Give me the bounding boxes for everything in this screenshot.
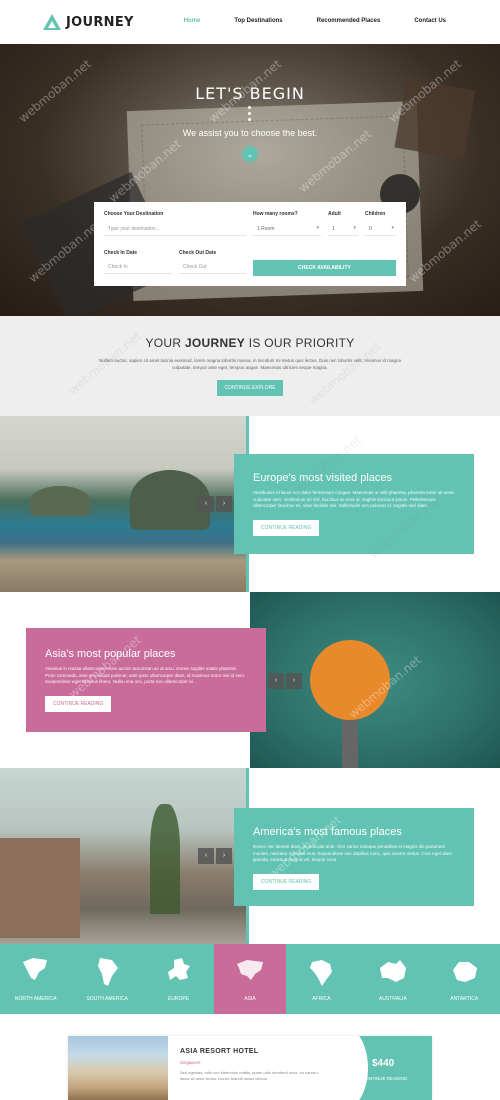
children-label: Children bbox=[365, 211, 386, 217]
hotel-continue-reading-button[interactable]: CONTINUE READING bbox=[362, 1076, 407, 1081]
nav-top-destinations[interactable]: Top Destinations bbox=[234, 18, 282, 24]
caret-down-icon: ▾ bbox=[353, 225, 356, 231]
continent-south-america[interactable]: SOUTH AMERICA bbox=[71, 944, 142, 1014]
next-arrow-icon[interactable]: › bbox=[216, 496, 232, 512]
scroll-down-button[interactable]: ⌄ bbox=[242, 146, 258, 162]
europe-card-text: Vestibulum id lacus nec dolor fermentum … bbox=[253, 490, 455, 508]
prev-arrow-icon[interactable]: ‹ bbox=[268, 673, 284, 689]
asia-card-text: Vivamus in massa ullamcorper nunc auctor… bbox=[45, 666, 246, 684]
continent-asia[interactable]: ASIA bbox=[214, 944, 286, 1014]
top-navbar: JOURNEY Home Top Destinations Recommende… bbox=[0, 0, 500, 44]
nav-recommended-places[interactable]: Recommended Places bbox=[317, 18, 381, 24]
checkout-input[interactable]: Check Out bbox=[179, 260, 246, 274]
africa-map-icon bbox=[310, 960, 333, 986]
hotel-beach-photo bbox=[68, 1036, 168, 1100]
hotel-price-panel: $440 CONTINUE READING bbox=[318, 1036, 432, 1100]
europe-continue-reading-button[interactable]: CONTINUE READING bbox=[253, 519, 320, 536]
main-menu: Home Top Destinations Recommended Places… bbox=[150, 18, 446, 24]
priority-section: YOUR JOURNEY IS OUR PRIORITY Nullam auct… bbox=[0, 316, 500, 416]
destination-label: Choose Your Destination bbox=[104, 211, 164, 217]
priority-title-pre: YOUR bbox=[145, 336, 185, 350]
continent-label: EUROPE bbox=[167, 996, 190, 1002]
booking-form: Choose Your Destination Type your destin… bbox=[94, 202, 406, 286]
continent-label: AFRICA bbox=[312, 996, 331, 1002]
checkout-label: Check Out Date bbox=[179, 250, 217, 256]
continent-australia[interactable]: AUSTRALIA bbox=[357, 944, 428, 1014]
prev-arrow-icon[interactable]: ‹ bbox=[198, 496, 214, 512]
antarctica-map-icon bbox=[453, 962, 478, 982]
hotel-name: ASIA RESORT HOTEL bbox=[180, 1048, 259, 1055]
hotel-location: Singapore bbox=[180, 1060, 201, 1065]
nav-contact-us[interactable]: Contact Us bbox=[414, 18, 446, 24]
hero-divider-dots bbox=[248, 106, 252, 124]
next-arrow-icon[interactable]: › bbox=[286, 673, 302, 689]
priority-title: YOUR JOURNEY IS OUR PRIORITY bbox=[0, 336, 500, 350]
continent-antarctica[interactable]: ANTARTICA bbox=[429, 944, 500, 1014]
asia-card: Asia's most popular places Vivamus in ma… bbox=[26, 628, 266, 732]
children-value: 0 bbox=[369, 226, 372, 232]
hotel-price: $440 bbox=[372, 1058, 395, 1069]
continue-explore-button[interactable]: CONTINUE EXPLORE bbox=[217, 380, 283, 396]
continent-africa[interactable]: AFRICA bbox=[286, 944, 357, 1014]
hero-subtitle: We assist you to choose the best. bbox=[182, 128, 318, 138]
continent-label: ASIA bbox=[244, 996, 256, 1002]
continent-label: ANTARTICA bbox=[450, 996, 479, 1002]
america-slider-controls: ‹ › bbox=[198, 848, 232, 864]
europe-map-icon bbox=[167, 958, 190, 980]
asia-card-title: Asia's most popular places bbox=[45, 648, 176, 660]
priority-title-bold: JOURNEY bbox=[184, 336, 246, 350]
checkin-input[interactable]: Check In bbox=[104, 260, 172, 274]
triangle-logo-icon bbox=[43, 14, 61, 30]
hotel-card: ASIA RESORT HOTEL Singapore Sed egestas,… bbox=[68, 1036, 432, 1100]
australia-map-icon bbox=[379, 960, 406, 982]
america-card: America's most famous places Donec nec l… bbox=[234, 808, 474, 906]
asia-continue-reading-button[interactable]: CONTINUE READING bbox=[45, 695, 112, 712]
adult-label: Adult bbox=[328, 211, 341, 217]
europe-slider-controls: ‹ › bbox=[198, 496, 232, 512]
caret-down-icon: ▾ bbox=[316, 225, 319, 231]
brand-logo[interactable]: JOURNEY bbox=[42, 12, 134, 32]
next-arrow-icon[interactable]: › bbox=[216, 848, 232, 864]
europe-card: Europe's most visited places Vestibulum … bbox=[234, 454, 474, 554]
america-card-text: Donec nec laoreet diam, at vehicula ante… bbox=[253, 844, 452, 862]
adult-value: 1 bbox=[332, 226, 335, 232]
destination-input[interactable]: Type your destination... bbox=[104, 222, 246, 236]
priority-title-post: IS OUR PRIORITY bbox=[245, 336, 355, 350]
children-select[interactable]: 0 ▾ bbox=[365, 222, 396, 236]
continent-europe[interactable]: EUROPE bbox=[143, 944, 214, 1014]
asia-slider-controls: ‹ › bbox=[268, 673, 302, 689]
continent-label: SOUTH AMERICA bbox=[86, 996, 128, 1002]
prev-arrow-icon[interactable]: ‹ bbox=[198, 848, 214, 864]
hotel-description: Sed egestas, odio nec bibendum mattis, q… bbox=[180, 1070, 325, 1081]
nav-home[interactable]: Home bbox=[184, 18, 201, 24]
america-continue-reading-button[interactable]: CONTINUE READING bbox=[253, 873, 320, 890]
hero-title: LET'S BEGIN bbox=[195, 84, 305, 103]
continent-label: NORTH AMERICA bbox=[14, 996, 57, 1002]
rooms-select[interactable]: 1 Room ▾ bbox=[253, 222, 321, 236]
continent-selector: NORTH AMERICA SOUTH AMERICA EUROPE ASIA … bbox=[0, 944, 500, 1014]
continent-label: AUSTRALIA bbox=[378, 996, 407, 1002]
continent-north-america[interactable]: NORTH AMERICA bbox=[0, 944, 71, 1014]
chevron-down-icon: ⌄ bbox=[246, 149, 254, 159]
america-card-title: America's most famous places bbox=[253, 826, 402, 838]
rooms-label: How many rooms? bbox=[253, 211, 298, 217]
asia-map-icon bbox=[236, 960, 263, 980]
north-america-map-icon bbox=[22, 958, 47, 980]
adult-select[interactable]: 1 ▾ bbox=[328, 222, 358, 236]
checkin-label: Check In Date bbox=[104, 250, 138, 256]
rooms-value: 1 Room bbox=[257, 226, 275, 232]
check-availability-button[interactable]: CHECK AVAILABILITY bbox=[253, 260, 396, 276]
europe-card-title: Europe's most visited places bbox=[253, 472, 393, 484]
priority-text: Nullam auctor, sapien sit amet lacinia e… bbox=[98, 358, 402, 370]
brand-name: JOURNEY bbox=[66, 14, 134, 30]
south-america-map-icon bbox=[98, 958, 119, 986]
caret-down-icon: ▾ bbox=[391, 225, 394, 231]
